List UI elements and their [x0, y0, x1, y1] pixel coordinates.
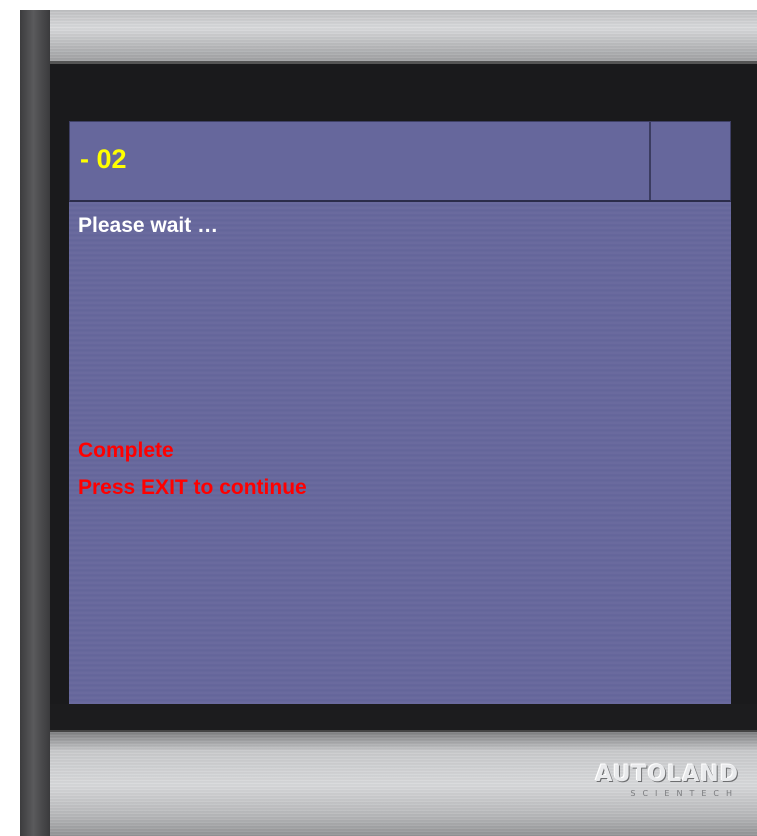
screen-title-bar: - 02 [69, 121, 731, 202]
status-message: Please wait … [78, 214, 219, 237]
screen-bottom-frame [50, 704, 757, 730]
device-top-panel [50, 10, 757, 61]
lcd-screen: - 02 Please wait … Complete Press EXIT t… [69, 121, 731, 704]
title-bar-side-cell [651, 122, 730, 200]
logo-sub-text: SCIENTECH [630, 789, 739, 798]
complete-message: Complete [78, 439, 174, 462]
brand-logo: AUTOLAND SCIENTECH [595, 762, 739, 798]
scanner-device: - 02 Please wait … Complete Press EXIT t… [20, 10, 757, 836]
logo-main-text: AUTOLAND [595, 762, 739, 787]
device-top-edge [50, 61, 757, 64]
device-left-bezel [20, 10, 50, 836]
exit-instruction: Press EXIT to continue [78, 476, 307, 499]
screen-title: - 02 [80, 144, 127, 174]
device-bottom-panel: AUTOLAND SCIENTECH [50, 730, 757, 836]
